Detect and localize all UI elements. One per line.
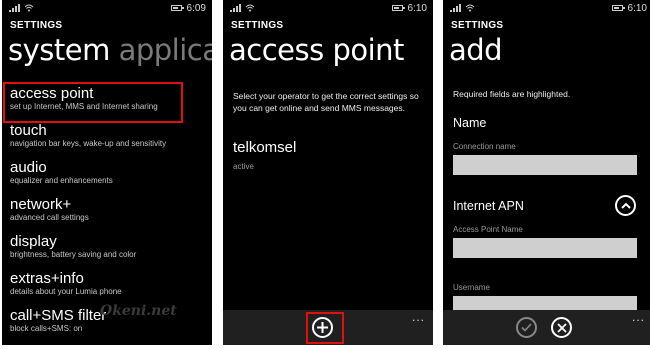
- wifi-icon: [245, 4, 255, 12]
- check-icon: [521, 323, 532, 332]
- item-title: extras+info: [10, 270, 84, 287]
- app-title: SETTINGS: [231, 20, 284, 31]
- status-bar: 6:10: [223, 0, 433, 16]
- connection-name-field[interactable]: [453, 155, 637, 175]
- page-title: add: [449, 33, 503, 67]
- operator-status: active: [233, 162, 254, 171]
- phone-screen-access-point: 6:10 SETTINGS access point Select your o…: [223, 0, 433, 345]
- item-subtitle: set up Internet, MMS and Internet sharin…: [10, 102, 158, 111]
- item-title: display: [10, 233, 57, 250]
- app-bar: ...: [443, 310, 650, 345]
- add-button[interactable]: [312, 317, 333, 338]
- pivot-applications[interactable]: applicat: [119, 33, 212, 67]
- app-title: SETTINGS: [10, 20, 63, 31]
- battery-icon: [392, 5, 405, 11]
- signal-icon: [450, 4, 461, 12]
- clock: 6:09: [186, 3, 206, 14]
- wifi-icon: [465, 4, 475, 12]
- settings-item-touch[interactable]: touch navigation bar keys, wake-up and s…: [10, 122, 206, 153]
- operator-name[interactable]: telkomsel: [233, 139, 296, 156]
- phone-screen-add: 6:10 SETTINGS add Required fields are hi…: [443, 0, 650, 345]
- more-options-button[interactable]: ...: [412, 311, 425, 323]
- chevron-up-icon: [620, 202, 631, 209]
- collapse-section-button[interactable]: [615, 195, 636, 216]
- internet-apn-heading: Internet APN: [453, 199, 524, 213]
- app-bar: ...: [223, 310, 433, 345]
- settings-item-network[interactable]: network+ advanced call settings: [10, 196, 206, 227]
- app-title: SETTINGS: [451, 20, 504, 31]
- save-button[interactable]: [516, 317, 537, 338]
- wifi-icon: [24, 4, 34, 12]
- status-bar: 6:10: [443, 0, 650, 16]
- more-options-button[interactable]: ...: [632, 311, 645, 323]
- signal-icon: [230, 4, 241, 12]
- item-subtitle: equalizer and enhancements: [10, 176, 113, 185]
- name-section-heading: Name: [453, 116, 487, 130]
- plus-icon: [317, 322, 328, 333]
- close-icon: [556, 322, 567, 333]
- item-title: touch: [10, 122, 47, 139]
- operator-description: Select your operator to get the correct …: [233, 91, 419, 113]
- clock: 6:10: [407, 3, 427, 14]
- item-subtitle: navigation bar keys, wake-up and sensiti…: [10, 139, 167, 148]
- item-title: access point: [10, 85, 94, 102]
- battery-icon: [171, 5, 184, 11]
- settings-item-access-point[interactable]: access point set up Internet, MMS and In…: [10, 85, 206, 116]
- settings-item-display[interactable]: display brightness, battery saving and c…: [10, 233, 206, 264]
- required-note: Required fields are highlighted.: [453, 89, 571, 99]
- username-label: Username: [453, 283, 490, 292]
- page-title: access point: [229, 33, 404, 67]
- clock: 6:10: [627, 3, 647, 14]
- settings-item-audio[interactable]: audio equalizer and enhancements: [10, 159, 206, 190]
- cancel-button[interactable]: [551, 317, 572, 338]
- item-subtitle: brightness, battery saving and color: [10, 250, 137, 259]
- apn-field[interactable]: [453, 238, 637, 258]
- battery-icon: [612, 5, 625, 11]
- signal-icon: [9, 4, 20, 12]
- connection-name-label: Connection name: [453, 142, 516, 151]
- settings-item-extras-info[interactable]: extras+info details about your Lumia pho…: [10, 270, 206, 301]
- item-title: network+: [10, 196, 72, 213]
- status-bar: 6:09: [2, 0, 212, 16]
- item-subtitle: details about your Lumia phone: [10, 287, 122, 296]
- item-subtitle: advanced call settings: [10, 213, 89, 222]
- page-title: system applicat: [8, 33, 212, 67]
- apn-label: Access Point Name: [453, 225, 523, 234]
- pivot-system[interactable]: system: [8, 33, 110, 67]
- item-title: audio: [10, 159, 47, 176]
- watermark: Okeni.net: [100, 303, 177, 319]
- item-subtitle: block calls+SMS: on: [10, 324, 83, 333]
- phone-screen-system: 6:09 SETTINGS system applicat access poi…: [2, 0, 212, 345]
